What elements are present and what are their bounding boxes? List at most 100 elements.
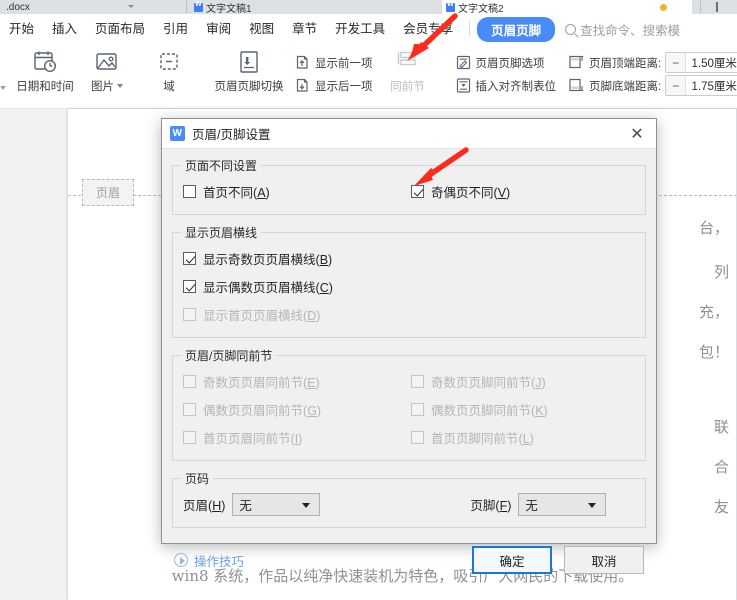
dialog-buttons: 确定 取消 bbox=[472, 546, 644, 574]
show-next-icon bbox=[294, 77, 311, 94]
header-top-distance-decrease[interactable]: − bbox=[666, 53, 686, 72]
checkbox-first-header-same-as-previous: 首页页眉同前节(I) bbox=[181, 423, 409, 451]
calendar-clock-icon bbox=[32, 49, 58, 75]
group-same-as-previous-section: 页眉/页脚同前节 奇数页页眉同前节(E) 奇数页页脚同前节(J) 偶数页页眉同前… bbox=[172, 347, 646, 461]
window-tab-2-label: 文字文稿2 bbox=[458, 3, 504, 15]
header-top-distance-row: 页眉顶端距离: − 1.50厘米 + bbox=[568, 52, 737, 73]
play-circle-icon bbox=[174, 553, 188, 567]
checkbox-box[interactable] bbox=[183, 252, 196, 265]
dialog-title-bar[interactable]: 页眉/页脚设置 ✕ bbox=[162, 119, 656, 149]
window-tab-1[interactable]: 文字文稿1 bbox=[190, 0, 385, 15]
date-and-time-button[interactable]: 日期和时间 bbox=[14, 44, 76, 104]
checkbox-box[interactable] bbox=[183, 280, 196, 293]
cancel-button[interactable]: 取消 bbox=[564, 546, 644, 574]
ribbon-tab-page-layout[interactable]: 页面布局 bbox=[86, 14, 154, 44]
header-top-distance-value[interactable]: 1.50厘米 bbox=[685, 53, 737, 72]
doc-fragment-6: 友 bbox=[713, 498, 729, 516]
group-page-number: 页码 页眉(H) 无 页脚(F) 无 bbox=[172, 470, 646, 528]
navigation-small-buttons: 显示前一项 显示后一项 bbox=[290, 44, 377, 104]
page-number-header-select[interactable]: 无 bbox=[232, 493, 321, 516]
header-top-distance-stepper[interactable]: − 1.50厘米 + bbox=[665, 52, 737, 73]
command-search[interactable]: 查找命令、搜索模 bbox=[565, 20, 680, 39]
checkbox-different-first-page[interactable]: 首页不同(A) bbox=[181, 177, 409, 205]
show-previous-icon bbox=[294, 54, 311, 71]
checkbox-odd-header-same-as-previous: 奇数页页眉同前节(E) bbox=[181, 367, 409, 395]
operation-tips-link[interactable]: 操作技巧 bbox=[174, 551, 244, 570]
search-icon bbox=[565, 23, 577, 35]
ribbon-group-measurements: 页眉顶端距离: − 1.50厘米 + bbox=[568, 44, 737, 108]
page-difference-row: 首页不同(A) 奇偶页不同(V) bbox=[181, 177, 637, 205]
checkbox-box bbox=[411, 403, 424, 416]
window-tab-0-caret-icon[interactable] bbox=[128, 5, 134, 8]
checkbox-box bbox=[183, 431, 196, 444]
checkbox-show-odd-header-rule[interactable]: 显示奇数页页眉横线(B) bbox=[181, 244, 637, 272]
link-to-previous-label: 同前节 bbox=[390, 81, 425, 93]
operation-tips-label: 操作技巧 bbox=[194, 554, 245, 569]
checkbox-box bbox=[183, 403, 196, 416]
tab-divider-2 bbox=[700, 1, 701, 13]
show-next-label: 显示后一项 bbox=[315, 80, 373, 93]
page-number-header-value: 无 bbox=[239, 499, 252, 513]
ribbon-tab-insert[interactable]: 插入 bbox=[43, 14, 86, 44]
header-area-tag: 页眉 bbox=[82, 179, 134, 206]
checkbox-box[interactable] bbox=[411, 185, 424, 198]
insert-align-tab-button[interactable]: 插入对齐制表位 bbox=[451, 75, 561, 96]
picture-dropdown-caret-icon[interactable] bbox=[117, 84, 123, 88]
ribbon-group-insert: 日期和时间 图片 域 bbox=[14, 44, 200, 108]
header-footer-switch-button[interactable]: 页眉页脚切换 bbox=[208, 44, 290, 104]
checkbox-label: 首页页眉同前节(I) bbox=[203, 432, 303, 446]
footer-bottom-distance-decrease[interactable]: − bbox=[666, 76, 686, 95]
doc-fragment-4: 联 bbox=[713, 418, 729, 436]
same-prev-row-3: 首页页眉同前节(I) 首页页脚同前节(L) bbox=[181, 423, 637, 451]
checkbox-different-odd-even-pages[interactable]: 奇偶页不同(V) bbox=[409, 177, 637, 205]
group-show-header-rule: 显示页眉横线 显示奇数页页眉横线(B) 显示偶数页页眉横线(C) 显示首页页眉横… bbox=[172, 224, 646, 338]
footer-bottom-distance-icon bbox=[568, 77, 585, 94]
ribbon-tab-view[interactable]: 视图 bbox=[240, 14, 283, 44]
new-tab-icon[interactable] bbox=[716, 2, 718, 12]
checkbox-box[interactable] bbox=[183, 185, 196, 198]
header-footer-options-label: 页眉页脚选项 bbox=[475, 57, 545, 70]
checkbox-box bbox=[183, 308, 196, 321]
field-icon bbox=[156, 49, 182, 75]
ribbon-group-navigation: 页眉页脚切换 显示前一项 显示后一项 同前节 bbox=[208, 44, 439, 108]
ribbon-tab-developer[interactable]: 开发工具 bbox=[326, 14, 394, 44]
footer-bottom-distance-value[interactable]: 1.75厘米 bbox=[685, 76, 737, 95]
checkbox-label: 奇数页页眉同前节(E) bbox=[203, 376, 320, 390]
field-button[interactable]: 域 bbox=[138, 44, 200, 104]
footer-bottom-distance-stepper[interactable]: − 1.75厘米 + bbox=[665, 75, 737, 96]
previous-group-caret-icon[interactable] bbox=[0, 86, 6, 90]
ribbon-tab-section[interactable]: 章节 bbox=[283, 14, 326, 44]
show-previous-button[interactable]: 显示前一项 bbox=[290, 52, 377, 73]
window-tab-0-label: .docx bbox=[6, 1, 30, 13]
ribbon-tab-review[interactable]: 审阅 bbox=[197, 14, 240, 44]
window-tab-2[interactable]: 文字文稿2 bbox=[442, 0, 692, 15]
checkbox-box bbox=[411, 431, 424, 444]
show-next-button[interactable]: 显示后一项 bbox=[290, 75, 377, 96]
link-to-previous-icon bbox=[395, 49, 421, 75]
picture-button[interactable]: 图片 bbox=[76, 44, 138, 104]
page-number-footer-label: 页脚(F) bbox=[470, 499, 512, 513]
page-number-footer-value: 无 bbox=[525, 499, 538, 513]
dialog-footer: 操作技巧 确定 取消 bbox=[162, 537, 656, 583]
checkbox-label: 显示首页页眉横线(D) bbox=[203, 309, 321, 323]
checkbox-show-even-header-rule[interactable]: 显示偶数页页眉横线(C) bbox=[181, 272, 637, 300]
command-search-placeholder: 查找命令、搜索模 bbox=[580, 23, 681, 38]
link-to-previous-button[interactable]: 同前节 bbox=[377, 44, 439, 104]
chevron-down-icon[interactable] bbox=[302, 503, 311, 508]
ribbon-group-options: 页眉页脚选项 插入对齐制表位 bbox=[447, 44, 561, 108]
ribbon-tab-divider bbox=[469, 21, 471, 37]
group-page-difference-legend: 页面不同设置 bbox=[185, 159, 258, 173]
ribbon-tab-start[interactable]: 开始 bbox=[0, 14, 43, 44]
close-icon[interactable]: ✕ bbox=[624, 122, 650, 146]
ribbon-tab-references[interactable]: 引用 bbox=[154, 14, 197, 44]
chevron-down-icon[interactable] bbox=[588, 503, 597, 508]
ribbon-tab-header-footer-context[interactable]: 页眉页脚 bbox=[477, 16, 556, 42]
ok-button[interactable]: 确定 bbox=[472, 546, 552, 574]
doc-fragment-3: 包！ bbox=[698, 343, 729, 361]
header-footer-options-button[interactable]: 页眉页脚选项 bbox=[451, 52, 561, 73]
page-number-footer-select[interactable]: 无 bbox=[518, 493, 607, 516]
ribbon-tab-member[interactable]: 会员专享 bbox=[394, 14, 462, 44]
ribbon-tab-bar: 开始 插入 页面布局 引用 审阅 视图 章节 开发工具 会员专享 页眉页脚 查找… bbox=[0, 14, 737, 44]
measurement-rows: 页眉顶端距离: − 1.50厘米 + bbox=[568, 44, 737, 104]
window-tab-0[interactable]: .docx bbox=[0, 0, 180, 14]
